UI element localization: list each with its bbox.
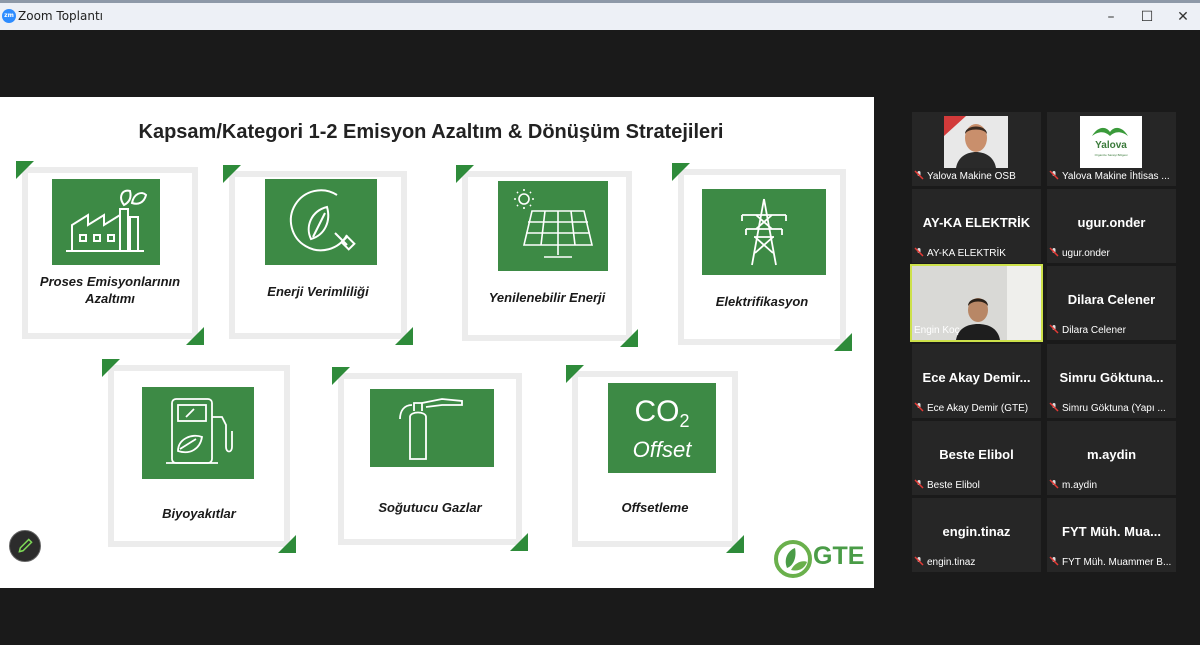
participant-label: m.aydin xyxy=(1062,480,1098,491)
strategy-card-electrification: Elektrifikasyon xyxy=(672,163,852,351)
co2-text: CO xyxy=(634,395,680,428)
participant-name: m.aydin xyxy=(1086,447,1137,462)
strategy-card-refrigerant-gases: Soğutucu Gazlar xyxy=(332,367,528,551)
participant-tile[interactable]: ugur.onder ugur.onder xyxy=(1047,189,1176,263)
participant-name: ugur.onder xyxy=(1077,215,1146,230)
muted-mic-icon xyxy=(914,556,924,566)
participant-name: Beste Elibol xyxy=(939,447,1014,462)
participant-tile[interactable]: Beste Elibol Beste Elibol xyxy=(912,421,1041,495)
participant-label: AY-KA ELEKTRİK xyxy=(927,248,1006,259)
energy-leaf-plug-icon xyxy=(265,179,377,265)
participant-label: Ece Akay Demir (GTE) xyxy=(927,403,1029,414)
participant-tile[interactable]: FYT Müh. Mua... FYT Müh. Muammer B... xyxy=(1047,498,1176,572)
card-label-line: Proses Emisyonlarının xyxy=(39,274,181,289)
offset-text: Offset xyxy=(632,437,692,462)
participant-name: FYT Müh. Mua... xyxy=(1062,524,1161,539)
pen-icon xyxy=(18,538,33,553)
strategy-card-energy-efficiency: Enerji Verimliliği xyxy=(223,165,413,345)
slide-title: Kapsam/Kategori 1-2 Emisyon Azaltım & Dö… xyxy=(138,121,724,143)
card-label-line: Offsetleme xyxy=(621,500,689,515)
muted-mic-icon xyxy=(914,247,924,257)
muted-mic-icon xyxy=(1049,402,1059,412)
participant-tile[interactable]: Yalova Makine OSB xyxy=(912,112,1041,186)
muted-mic-icon xyxy=(914,170,924,180)
shared-screen-slide: Kapsam/Kategori 1-2 Emisyon Azaltım & Dö… xyxy=(0,97,874,588)
card-label-line: Enerji Verimliliği xyxy=(267,284,369,299)
muted-mic-icon xyxy=(1049,324,1059,334)
participant-photo xyxy=(944,116,1008,168)
participant-tile-active-speaker[interactable]: Engin Koç xyxy=(910,264,1043,342)
strategy-card-process-emissions: Proses Emisyonlarının Azaltımı xyxy=(16,161,204,345)
close-button[interactable]: ✕ xyxy=(1168,7,1198,27)
participant-label: FYT Müh. Muammer B... xyxy=(1062,557,1172,568)
card-label-line: Biyoyakıtlar xyxy=(162,506,236,521)
yalova-logo-subtext: Organize Sanayi Bölgesi xyxy=(1094,153,1128,157)
co2-subscript: 2 xyxy=(679,411,690,431)
window-titlebar: zm Zoom Toplantı – ☐ ✕ xyxy=(0,0,1200,30)
zoom-app-logo: zm xyxy=(2,9,16,23)
card-label-line: Yenilenebilir Enerji xyxy=(488,290,606,305)
participant-tile[interactable]: Ece Akay Demir... Ece Akay Demir (GTE) xyxy=(912,344,1041,418)
strategy-card-biofuels: Biyoyakıtlar xyxy=(102,359,296,553)
strategy-card-offsetting: CO2 Offset Offsetleme xyxy=(566,365,744,553)
card-label-line: Soğutucu Gazlar xyxy=(378,500,482,515)
yalova-logo-text: Yalova xyxy=(1095,140,1127,151)
fuel-pump-leaf-icon xyxy=(142,387,254,479)
card-label-line: Azaltımı xyxy=(85,291,135,306)
muted-mic-icon xyxy=(1049,170,1059,180)
muted-mic-icon xyxy=(1049,479,1059,489)
participant-name: AY-KA ELEKTRİK xyxy=(922,215,1031,230)
participant-tile[interactable]: engin.tinaz engin.tinaz xyxy=(912,498,1041,572)
factory-leaf-icon xyxy=(52,179,160,265)
participant-label: Simru Göktuna (Yapı ... xyxy=(1062,403,1166,414)
window-title: Zoom Toplantı xyxy=(18,9,103,23)
muted-mic-icon xyxy=(914,479,924,489)
participant-label: ugur.onder xyxy=(1062,248,1110,259)
participant-label: Yalova Makine OSB xyxy=(927,171,1016,182)
yalova-osb-logo: Yalova Organize Sanayi Bölgesi xyxy=(1080,116,1142,168)
gte-leaf-logo-icon xyxy=(774,540,812,578)
participant-label: engin.tinaz xyxy=(927,557,976,568)
yalova-leaf-icon xyxy=(1092,127,1128,136)
participant-name: Dilara Celener xyxy=(1067,292,1156,307)
participant-tile[interactable]: AY-KA ELEKTRİK AY-KA ELEKTRİK xyxy=(912,189,1041,263)
gte-logo-text: GTE xyxy=(813,542,865,570)
participant-name: engin.tinaz xyxy=(942,524,1011,539)
participant-tile[interactable]: Dilara Celener Dilara Celener xyxy=(1047,266,1176,340)
card-label-line: Elektrifikasyon xyxy=(715,294,809,309)
participant-label: Yalova Makine İhtisas ... xyxy=(1062,171,1170,182)
participant-tile[interactable]: Simru Göktuna... Simru Göktuna (Yapı ... xyxy=(1047,344,1176,418)
minimize-button[interactable]: – xyxy=(1096,7,1126,27)
participant-tile[interactable]: Yalova Organize Sanayi Bölgesi Yalova Ma… xyxy=(1047,112,1176,186)
muted-mic-icon xyxy=(1049,247,1059,257)
maximize-button[interactable]: ☐ xyxy=(1132,7,1162,27)
participant-name: Ece Akay Demir... xyxy=(922,370,1031,385)
annotate-pen-button[interactable] xyxy=(9,530,41,562)
participant-label: Beste Elibol xyxy=(927,480,980,491)
muted-mic-icon xyxy=(1049,556,1059,566)
fire-extinguisher-icon xyxy=(370,389,494,467)
power-tower-icon xyxy=(702,189,826,275)
muted-mic-icon xyxy=(914,402,924,412)
participant-name: Simru Göktuna... xyxy=(1059,370,1164,385)
participant-label: Engin Koç xyxy=(914,325,960,336)
participant-tile[interactable]: m.aydin m.aydin xyxy=(1047,421,1176,495)
participant-label: Dilara Celener xyxy=(1062,325,1126,336)
solar-panel-icon xyxy=(498,181,608,271)
strategy-card-renewable-energy: Yenilenebilir Enerji xyxy=(456,165,638,347)
co2-offset-icon: CO2 Offset xyxy=(608,383,716,473)
